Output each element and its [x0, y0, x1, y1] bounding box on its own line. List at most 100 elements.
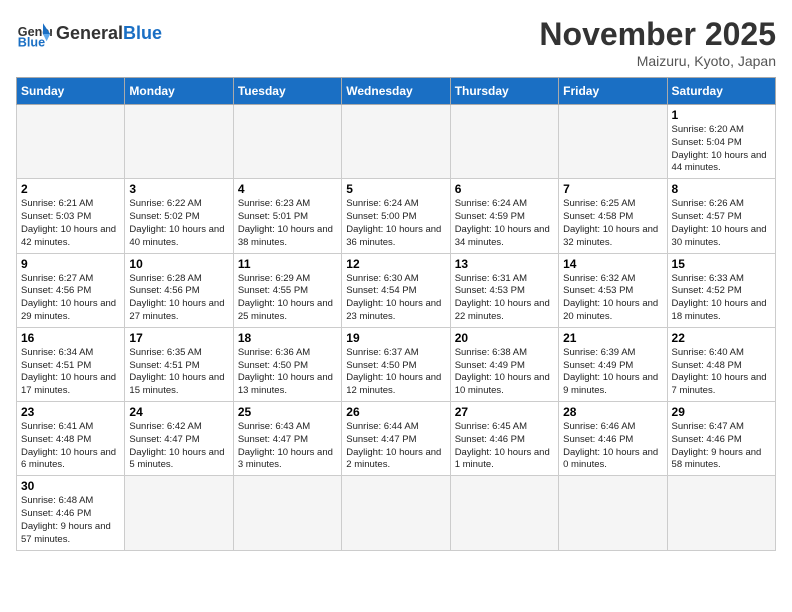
day-info: Sunrise: 6:28 AM Sunset: 4:56 PM Dayligh… [129, 273, 228, 324]
day-cell: 8Sunrise: 6:26 AM Sunset: 4:57 PM Daylig… [667, 179, 775, 253]
day-number: 16 [21, 331, 120, 345]
day-info: Sunrise: 6:26 AM Sunset: 4:57 PM Dayligh… [672, 198, 771, 249]
day-cell: 26Sunrise: 6:44 AM Sunset: 4:47 PM Dayli… [342, 402, 450, 476]
day-info: Sunrise: 6:30 AM Sunset: 4:54 PM Dayligh… [346, 273, 445, 324]
day-number: 21 [563, 331, 662, 345]
calendar-header: SundayMondayTuesdayWednesdayThursdayFrid… [17, 78, 776, 105]
logo-text: GeneralBlue [56, 24, 162, 44]
day-number: 15 [672, 257, 771, 271]
day-number: 24 [129, 405, 228, 419]
week-row-4: 23Sunrise: 6:41 AM Sunset: 4:48 PM Dayli… [17, 402, 776, 476]
day-cell [233, 476, 341, 550]
calendar-subtitle: Maizuru, Kyoto, Japan [539, 53, 776, 69]
day-cell: 30 Sunrise: 6:48 AM Sunset: 4:46 PM Dayli… [17, 476, 125, 550]
day-number: 17 [129, 331, 228, 345]
day-number: 6 [455, 182, 554, 196]
day-cell: 17Sunrise: 6:35 AM Sunset: 4:51 PM Dayli… [125, 327, 233, 401]
week-row-5: 30 Sunrise: 6:48 AM Sunset: 4:46 PM Dayli… [17, 476, 776, 550]
day-cell: 15 Sunrise: 6:33 AM Sunset: 4:52 PM Dayli… [667, 253, 775, 327]
day-cell [342, 105, 450, 179]
day-cell [450, 105, 558, 179]
day-number: 1 [672, 108, 771, 122]
day-cell: 16Sunrise: 6:34 AM Sunset: 4:51 PM Dayli… [17, 327, 125, 401]
day-info: Sunrise: 6:40 AM Sunset: 4:48 PM Dayligh… [672, 347, 771, 398]
day-info: Sunrise: 6:24 AM Sunset: 5:00 PM Dayligh… [346, 198, 445, 249]
day-cell: 13 Sunrise: 6:31 AM Sunset: 4:53 PM Dayli… [450, 253, 558, 327]
day-cell [667, 476, 775, 550]
week-row-3: 16Sunrise: 6:34 AM Sunset: 4:51 PM Dayli… [17, 327, 776, 401]
calendar-body: 1 Sunrise: 6:20 AM Sunset: 5:04 PM Daylig… [17, 105, 776, 551]
day-cell: 14Sunrise: 6:32 AM Sunset: 4:53 PM Dayli… [559, 253, 667, 327]
day-cell [17, 105, 125, 179]
weekday-header-friday: Friday [559, 78, 667, 105]
day-number: 7 [563, 182, 662, 196]
day-number: 23 [21, 405, 120, 419]
day-cell: 27 Sunrise: 6:45 AM Sunset: 4:46 PM Dayli… [450, 402, 558, 476]
day-info: Sunrise: 6:23 AM Sunset: 5:01 PM Dayligh… [238, 198, 337, 249]
title-block: November 2025 Maizuru, Kyoto, Japan [539, 16, 776, 69]
day-number: 12 [346, 257, 445, 271]
day-cell: 7 Sunrise: 6:25 AM Sunset: 4:58 PM Daylig… [559, 179, 667, 253]
weekday-header-thursday: Thursday [450, 78, 558, 105]
day-number: 30 [21, 479, 120, 493]
day-cell [125, 476, 233, 550]
weekday-header-monday: Monday [125, 78, 233, 105]
day-info: Sunrise: 6:47 AM Sunset: 4:46 PM Dayligh… [672, 421, 771, 472]
day-info: Sunrise: 6:22 AM Sunset: 5:02 PM Dayligh… [129, 198, 228, 249]
day-cell: 3 Sunrise: 6:22 AM Sunset: 5:02 PM Daylig… [125, 179, 233, 253]
day-info: Sunrise: 6:31 AM Sunset: 4:53 PM Dayligh… [455, 273, 554, 324]
day-number: 13 [455, 257, 554, 271]
day-number: 27 [455, 405, 554, 419]
day-number: 28 [563, 405, 662, 419]
day-info: Sunrise: 6:45 AM Sunset: 4:46 PM Dayligh… [455, 421, 554, 472]
day-info: Sunrise: 6:37 AM Sunset: 4:50 PM Dayligh… [346, 347, 445, 398]
day-info: Sunrise: 6:25 AM Sunset: 4:58 PM Dayligh… [563, 198, 662, 249]
day-cell: 24 Sunrise: 6:42 AM Sunset: 4:47 PM Dayli… [125, 402, 233, 476]
day-cell: 19 Sunrise: 6:37 AM Sunset: 4:50 PM Dayli… [342, 327, 450, 401]
day-cell [559, 476, 667, 550]
day-cell: 23Sunrise: 6:41 AM Sunset: 4:48 PM Dayli… [17, 402, 125, 476]
day-number: 4 [238, 182, 337, 196]
day-info: Sunrise: 6:20 AM Sunset: 5:04 PM Dayligh… [672, 124, 771, 175]
day-info: Sunrise: 6:33 AM Sunset: 4:52 PM Dayligh… [672, 273, 771, 324]
day-number: 2 [21, 182, 120, 196]
day-cell: 22 Sunrise: 6:40 AM Sunset: 4:48 PM Dayli… [667, 327, 775, 401]
day-number: 3 [129, 182, 228, 196]
day-info: Sunrise: 6:42 AM Sunset: 4:47 PM Dayligh… [129, 421, 228, 472]
day-info: Sunrise: 6:36 AM Sunset: 4:50 PM Dayligh… [238, 347, 337, 398]
day-cell: 2Sunrise: 6:21 AM Sunset: 5:03 PM Daylig… [17, 179, 125, 253]
day-info: Sunrise: 6:24 AM Sunset: 4:59 PM Dayligh… [455, 198, 554, 249]
day-number: 19 [346, 331, 445, 345]
day-cell: 5 Sunrise: 6:24 AM Sunset: 5:00 PM Daylig… [342, 179, 450, 253]
day-info: Sunrise: 6:39 AM Sunset: 4:49 PM Dayligh… [563, 347, 662, 398]
day-number: 20 [455, 331, 554, 345]
day-number: 25 [238, 405, 337, 419]
day-cell [233, 105, 341, 179]
day-cell [125, 105, 233, 179]
day-number: 14 [563, 257, 662, 271]
day-info: Sunrise: 6:27 AM Sunset: 4:56 PM Dayligh… [21, 273, 120, 324]
calendar-table: SundayMondayTuesdayWednesdayThursdayFrid… [16, 77, 776, 551]
day-cell: 29Sunrise: 6:47 AM Sunset: 4:46 PM Dayli… [667, 402, 775, 476]
day-cell: 1 Sunrise: 6:20 AM Sunset: 5:04 PM Daylig… [667, 105, 775, 179]
day-number: 9 [21, 257, 120, 271]
day-info: Sunrise: 6:48 AM Sunset: 4:46 PM Dayligh… [21, 495, 120, 546]
day-cell: 6 Sunrise: 6:24 AM Sunset: 4:59 PM Daylig… [450, 179, 558, 253]
day-cell: 20 Sunrise: 6:38 AM Sunset: 4:49 PM Dayli… [450, 327, 558, 401]
day-info: Sunrise: 6:38 AM Sunset: 4:49 PM Dayligh… [455, 347, 554, 398]
day-cell: 28 Sunrise: 6:46 AM Sunset: 4:46 PM Dayli… [559, 402, 667, 476]
weekday-header-wednesday: Wednesday [342, 78, 450, 105]
day-cell: 18Sunrise: 6:36 AM Sunset: 4:50 PM Dayli… [233, 327, 341, 401]
day-cell: 10Sunrise: 6:28 AM Sunset: 4:56 PM Dayli… [125, 253, 233, 327]
weekday-header-saturday: Saturday [667, 78, 775, 105]
day-cell [450, 476, 558, 550]
page-header: General Blue GeneralBlue November 2025 M… [16, 16, 776, 69]
day-info: Sunrise: 6:44 AM Sunset: 4:47 PM Dayligh… [346, 421, 445, 472]
day-info: Sunrise: 6:46 AM Sunset: 4:46 PM Dayligh… [563, 421, 662, 472]
calendar-title: November 2025 [539, 16, 776, 53]
day-number: 5 [346, 182, 445, 196]
day-cell: 21 Sunrise: 6:39 AM Sunset: 4:49 PM Dayli… [559, 327, 667, 401]
day-cell: 25Sunrise: 6:43 AM Sunset: 4:47 PM Dayli… [233, 402, 341, 476]
day-number: 22 [672, 331, 771, 345]
day-number: 11 [238, 257, 337, 271]
